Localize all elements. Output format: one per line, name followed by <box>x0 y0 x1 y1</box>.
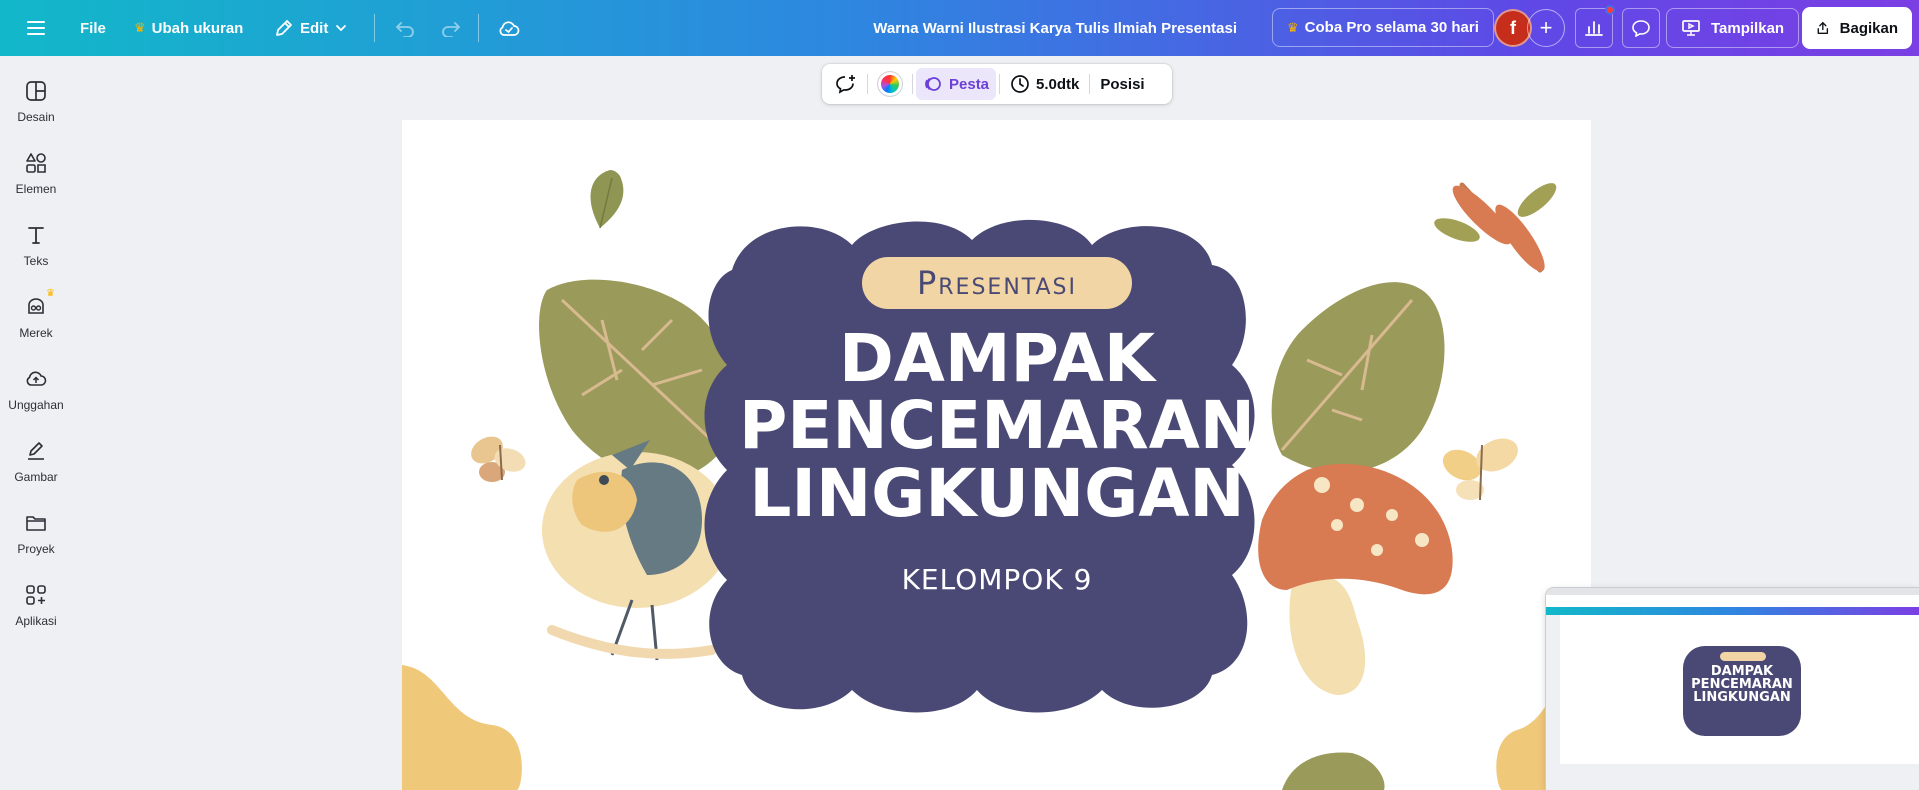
duration-label: 5.0dtk <box>1036 75 1080 93</box>
animate-button[interactable]: Pesta <box>916 68 997 100</box>
slide-title-line-2[interactable]: PENCEMARAN <box>672 392 1322 460</box>
sidebar-item-label: Proyek <box>17 542 55 556</box>
sidebar-item-projects[interactable]: Proyek <box>0 510 72 574</box>
sidebar-item-label: Desain <box>17 110 55 124</box>
brand-icon: ♛ <box>23 288 55 320</box>
add-collaborator-button[interactable]: + <box>1527 9 1565 47</box>
sidebar-item-apps[interactable]: Aplikasi <box>0 582 72 646</box>
position-label: Posisi <box>1100 75 1145 93</box>
presentation-icon <box>1682 20 1700 36</box>
sidebar-item-brand[interactable]: ♛ Merek <box>0 288 72 358</box>
preview-page-strip <box>1560 764 1919 790</box>
redo-icon <box>442 22 461 37</box>
color-button[interactable] <box>871 68 909 100</box>
animation-icon <box>925 77 941 91</box>
folder-icon <box>23 510 49 536</box>
sidebar-item-label: Merek <box>19 326 53 340</box>
insights-button[interactable] <box>1575 5 1615 48</box>
shapes-icon <box>23 150 49 176</box>
duration-button[interactable]: 5.0dtk <box>1003 68 1086 100</box>
bar-chart-icon <box>1585 21 1603 36</box>
apps-icon <box>23 582 49 608</box>
edit-label: Edit <box>300 19 329 37</box>
top-bar: File ♛ Ubah ukuran Edit Warna Warni Ilus… <box>0 0 1919 56</box>
resize-button[interactable]: ♛ Ubah ukuran <box>124 8 253 48</box>
toolbar-separator <box>867 74 868 94</box>
crown-icon: ♛ <box>46 288 55 299</box>
file-label: File <box>80 19 106 37</box>
sidebar-item-uploads[interactable]: Unggahan <box>0 366 72 430</box>
share-button[interactable]: Bagikan <box>1802 7 1912 49</box>
text-icon <box>23 222 49 248</box>
toolbar-separator <box>912 74 913 94</box>
sidebar-item-elements[interactable]: Elemen <box>0 150 72 214</box>
cloud-upload-icon <box>23 366 49 392</box>
sidebar-item-design[interactable]: Desain <box>0 78 72 142</box>
present-button[interactable]: Tampilkan <box>1666 8 1800 48</box>
sidebar-item-label: Gambar <box>14 470 58 484</box>
chevron-down-icon <box>336 25 347 32</box>
share-label: Bagikan <box>1839 19 1898 37</box>
try-pro-button[interactable]: ♛ Coba Pro selama 30 hari <box>1272 8 1494 47</box>
notification-dot <box>1605 5 1615 15</box>
toolbar-separator <box>999 74 1001 94</box>
position-button[interactable]: Posisi <box>1093 68 1151 100</box>
preview-browser-bar <box>1546 588 1919 595</box>
preview-topbar <box>1546 607 1919 615</box>
design-canvas[interactable]: Presentasi DAMPAK PENCEMARAN LINGKUNGAN … <box>402 120 1591 790</box>
save-status-button[interactable] <box>489 8 529 48</box>
toolbar-divider <box>374 14 375 42</box>
preview-canvas: DAMPAK PENCEMARAN LINGKUNGAN <box>1628 630 1856 758</box>
sidebar-item-label: Teks <box>23 254 49 268</box>
sidebar-item-label: Aplikasi <box>15 614 57 628</box>
draw-icon <box>23 438 49 464</box>
toolbar-divider <box>478 14 479 42</box>
try-pro-label: Coba Pro selama 30 hari <box>1304 19 1479 36</box>
layout-icon <box>23 78 49 104</box>
comment-add-icon <box>836 75 855 94</box>
sidebar-item-text[interactable]: Teks <box>0 222 72 286</box>
sidebar-item-label: Elemen <box>15 182 57 196</box>
present-label: Tampilkan <box>1711 19 1785 37</box>
crown-icon: ♛ <box>1287 19 1299 35</box>
clock-icon <box>1011 75 1029 93</box>
preview-pill <box>1720 652 1766 661</box>
preview-sidebar <box>1546 615 1560 790</box>
cloud-check-icon <box>499 21 520 36</box>
crown-icon: ♛ <box>134 20 146 35</box>
screen-preview-thumbnail[interactable]: DAMPAK PENCEMARAN LINGKUNGAN <box>1546 588 1919 790</box>
slide-title-line-3[interactable]: LINGKUNGAN <box>672 460 1322 528</box>
element-toolbar: Pesta 5.0dtk Posisi <box>822 64 1172 104</box>
slide-label-pill[interactable]: Presentasi <box>862 257 1132 309</box>
toolbar-separator <box>1089 74 1091 94</box>
comment-icon <box>1632 20 1650 37</box>
edit-menu-button[interactable]: Edit <box>264 8 358 48</box>
animate-label: Pesta <box>949 75 990 93</box>
sidebar-item-draw[interactable]: Gambar <box>0 438 72 502</box>
add-comment-button[interactable] <box>828 68 864 100</box>
pencil-icon <box>276 20 292 36</box>
slide-subtitle[interactable]: KELOMPOK 9 <box>802 563 1192 596</box>
color-wheel-icon <box>878 72 902 96</box>
sidebar-item-label: Unggahan <box>8 398 64 412</box>
document-title[interactable]: Warna Warni Ilustrasi Karya Tulis Ilmiah… <box>863 8 1247 48</box>
plus-icon: + <box>1539 15 1553 40</box>
resize-label: Ubah ukuran <box>151 19 244 37</box>
menu-button[interactable] <box>16 8 56 48</box>
share-upload-icon <box>1817 22 1829 34</box>
slide-title-line-1[interactable]: DAMPAK <box>672 325 1322 393</box>
undo-button[interactable] <box>385 8 425 48</box>
file-menu-button[interactable]: File <box>70 8 116 48</box>
redo-button[interactable] <box>431 8 471 48</box>
preview-title-line-3: LINGKUNGAN <box>1693 690 1791 705</box>
comments-button[interactable] <box>1622 8 1660 48</box>
undo-icon <box>395 22 414 37</box>
hamburger-icon <box>27 21 45 35</box>
left-sidebar: Desain Elemen Teks ♛ Merek Unggahan Gamb… <box>0 56 72 790</box>
